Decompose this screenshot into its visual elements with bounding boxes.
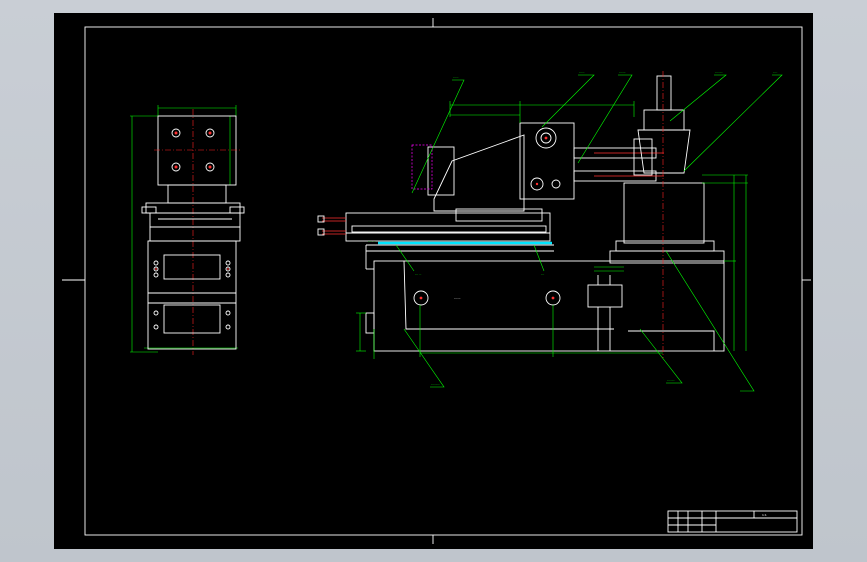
front-view <box>317 71 725 358</box>
drawing-sheet[interactable]: .w { stroke: #fff; fill: none; stroke-wi… <box>54 13 813 549</box>
callout-text: ----- <box>579 70 584 74</box>
callout-text: ------ <box>619 70 626 74</box>
leader-labels: ----- ----- ------ ------- ---- --------… <box>368 70 777 386</box>
callout-text: ---- <box>773 70 777 74</box>
cad-viewport[interactable]: .w { stroke: #fff; fill: none; stroke-wi… <box>0 0 867 562</box>
side-view <box>130 105 245 355</box>
drill-spindle-icon <box>573 147 664 182</box>
bore-tag: --- <box>541 272 544 276</box>
sheet-border <box>84 26 803 536</box>
title-block: 1:1 <box>667 510 798 533</box>
base-tag: ------ <box>454 296 461 300</box>
slide-tag: ---- -- <box>368 239 375 243</box>
bore-tag: --- -- <box>415 272 421 276</box>
callout-text: ------- <box>667 378 675 382</box>
callout-text: -------- <box>431 382 440 386</box>
callout-text: ------- <box>715 70 723 74</box>
drawing-canvas[interactable]: .w { stroke: #fff; fill: none; stroke-wi… <box>54 13 813 549</box>
scale-text: 1:1 <box>762 513 767 517</box>
callout-text: ----- <box>453 75 458 79</box>
